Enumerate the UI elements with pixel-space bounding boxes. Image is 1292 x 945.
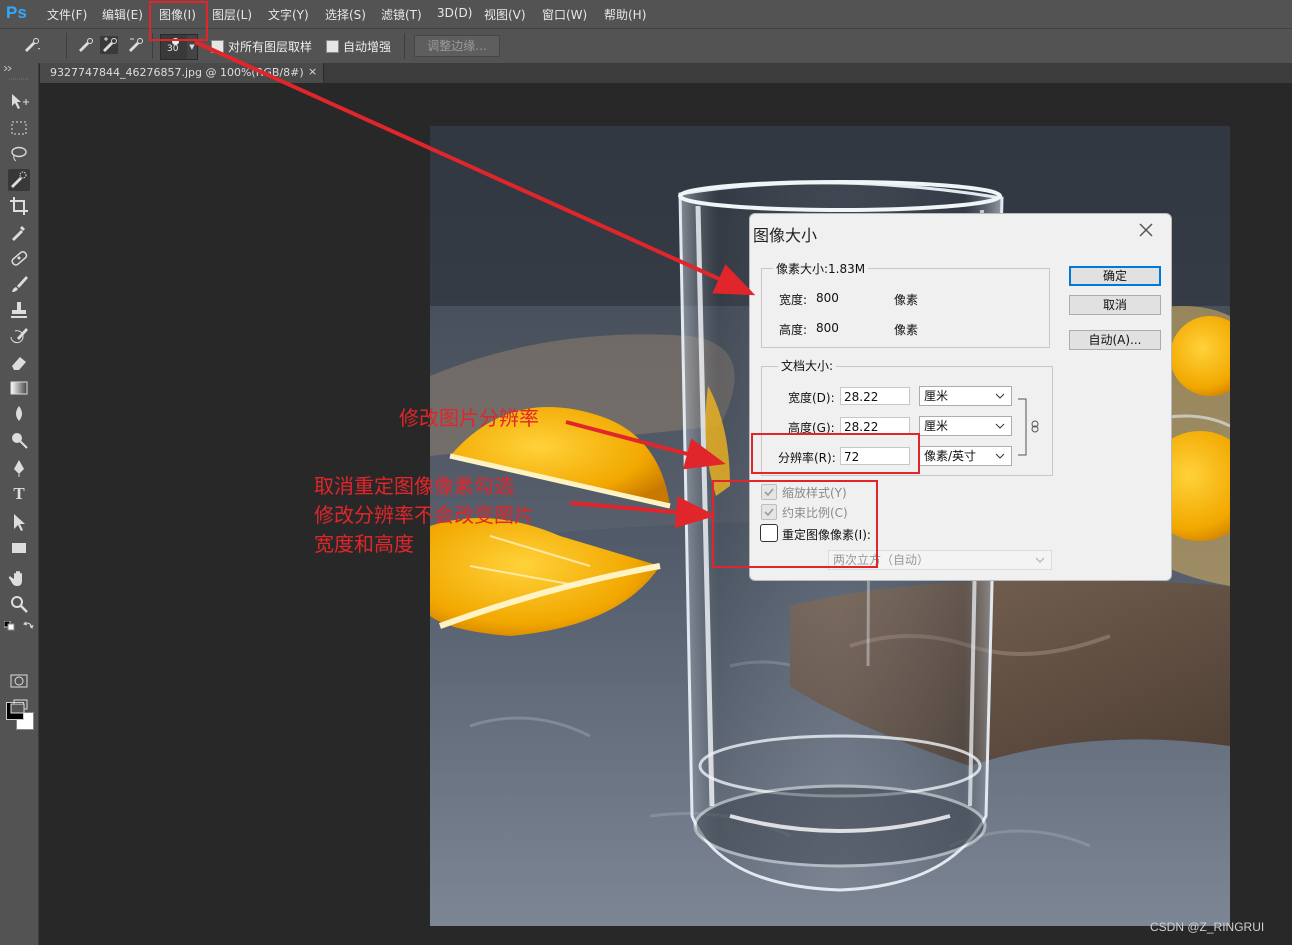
resample-highlight [712, 480, 878, 568]
image-menu-highlight [149, 1, 208, 41]
resample-annotation-line-3: 宽度和高度 [314, 532, 414, 556]
photoshop-logo: Ps [6, 3, 27, 22]
menu-view[interactable]: 视图(V) [484, 6, 526, 23]
chevron-down-icon [995, 393, 1005, 399]
resolution-unit-select[interactable]: 像素/英寸 [919, 446, 1012, 466]
refine-edge-button[interactable]: 调整边缘... [414, 35, 500, 57]
menu-select[interactable]: 选择(S) [325, 6, 366, 23]
screen-mode-icon[interactable] [8, 696, 30, 718]
resolution-annotation: 修改图片分辨率 [399, 406, 539, 430]
document-tab-title: 9327747844_46276857.jpg @ 100%(RGB/8#) [50, 66, 304, 79]
chevron-down-icon [995, 453, 1005, 459]
hand-tool-icon[interactable] [8, 567, 30, 589]
marquee-tool-icon[interactable] [8, 117, 30, 139]
doc-width-input[interactable]: 28.22 [840, 387, 910, 405]
add-selection-brush-icon[interactable] [100, 36, 118, 54]
menu-layer[interactable]: 图层(L) [212, 6, 252, 23]
auto-enhance-checkbox[interactable] [326, 40, 339, 53]
close-icon[interactable] [1136, 220, 1156, 240]
quick-selection-tool-icon[interactable] [8, 169, 30, 191]
swap-colors-icon[interactable] [22, 620, 34, 632]
watermark: CSDN @Z_RINGRUI [1150, 920, 1265, 934]
menu-help[interactable]: 帮助(H) [604, 6, 646, 23]
menu-3d[interactable]: 3D(D) [437, 6, 472, 20]
pixel-height-label: 高度: [779, 323, 808, 337]
menu-filter[interactable]: 滤镜(T) [381, 6, 422, 23]
resolution-highlight [751, 433, 920, 474]
subtract-selection-brush-icon[interactable] [126, 36, 144, 54]
pen-tool-icon[interactable] [8, 457, 30, 479]
pixel-width-unit: 像素 [894, 293, 919, 307]
resolution-unit-value: 像素/英寸 [924, 449, 977, 463]
brush-size-value: 30 [167, 44, 179, 54]
document-tab[interactable]: 9327747844_46276857.jpg @ 100%(RGB/8#) × [40, 63, 324, 83]
toolbox: T [0, 63, 39, 945]
auto-enhance-label: 自动增强 [343, 40, 392, 54]
panel-grip-icon [9, 78, 29, 80]
sample-all-layers-checkbox[interactable] [211, 40, 224, 53]
doc-height-unit-select[interactable]: 厘米 [919, 416, 1012, 436]
eraser-tool-icon[interactable] [8, 351, 30, 373]
brush-tool-icon[interactable] [8, 273, 30, 295]
sample-all-layers-label: 对所有图层取样 [228, 40, 313, 54]
auto-button[interactable]: 自动(A)... [1069, 330, 1161, 350]
document-tab-bar: 9327747844_46276857.jpg @ 100%(RGB/8#) × [40, 63, 1292, 83]
pixel-width-value: 800 [816, 291, 839, 305]
rectangle-tool-icon[interactable] [8, 537, 30, 559]
menu-edit[interactable]: 编辑(E) [102, 6, 143, 23]
default-colors-icon[interactable] [4, 621, 16, 631]
gradient-tool-icon[interactable] [8, 377, 30, 399]
pixel-dimensions-legend: 像素大小:1.83M [773, 260, 869, 277]
path-selection-tool-icon[interactable] [8, 511, 30, 533]
chevron-down-icon [995, 423, 1005, 429]
doc-height-unit-value: 厘米 [924, 419, 949, 433]
clone-stamp-tool-icon[interactable] [8, 299, 30, 321]
lasso-tool-icon[interactable] [8, 143, 30, 165]
chevron-down-icon [1035, 557, 1045, 563]
healing-brush-tool-icon[interactable] [8, 247, 30, 269]
move-tool-icon[interactable] [8, 91, 30, 113]
ok-button[interactable]: 确定 [1069, 266, 1161, 286]
constrain-link-icon [1018, 398, 1039, 456]
quick-selection-preset-icon[interactable] [22, 36, 40, 54]
doc-width-unit-select[interactable]: 厘米 [919, 386, 1012, 406]
resample-annotation-line-2: 修改分辨率不会改变图片 [314, 503, 534, 527]
cancel-button[interactable]: 取消 [1069, 295, 1161, 315]
menu-window[interactable]: 窗口(W) [542, 6, 587, 23]
panel-collapse-icon[interactable] [4, 66, 14, 71]
doc-width-label: 宽度(D): [788, 391, 835, 405]
quick-mask-icon[interactable] [8, 670, 30, 692]
menu-type[interactable]: 文字(Y) [268, 6, 309, 23]
pixel-width-label: 宽度: [779, 293, 808, 307]
doc-width-unit-value: 厘米 [924, 389, 949, 403]
blur-tool-icon[interactable] [8, 403, 30, 425]
crop-tool-icon[interactable] [8, 195, 30, 217]
zoom-tool-icon[interactable] [8, 593, 30, 615]
history-brush-tool-icon[interactable] [8, 325, 30, 347]
tab-close-icon[interactable]: × [308, 65, 317, 78]
dialog-title: 图像大小 [753, 226, 818, 245]
pixel-height-unit: 像素 [894, 323, 919, 337]
menu-file[interactable]: 文件(F) [47, 6, 87, 23]
pixel-height-value: 800 [816, 321, 839, 335]
eyedropper-tool-icon[interactable] [8, 221, 30, 243]
dodge-tool-icon[interactable] [8, 429, 30, 451]
new-selection-brush-icon[interactable] [76, 36, 94, 54]
type-tool-icon[interactable]: T [8, 483, 30, 505]
document-size-legend: 文档大小: [778, 357, 837, 374]
resample-annotation-line-1: 取消重定图像像素勾选 [314, 474, 514, 498]
